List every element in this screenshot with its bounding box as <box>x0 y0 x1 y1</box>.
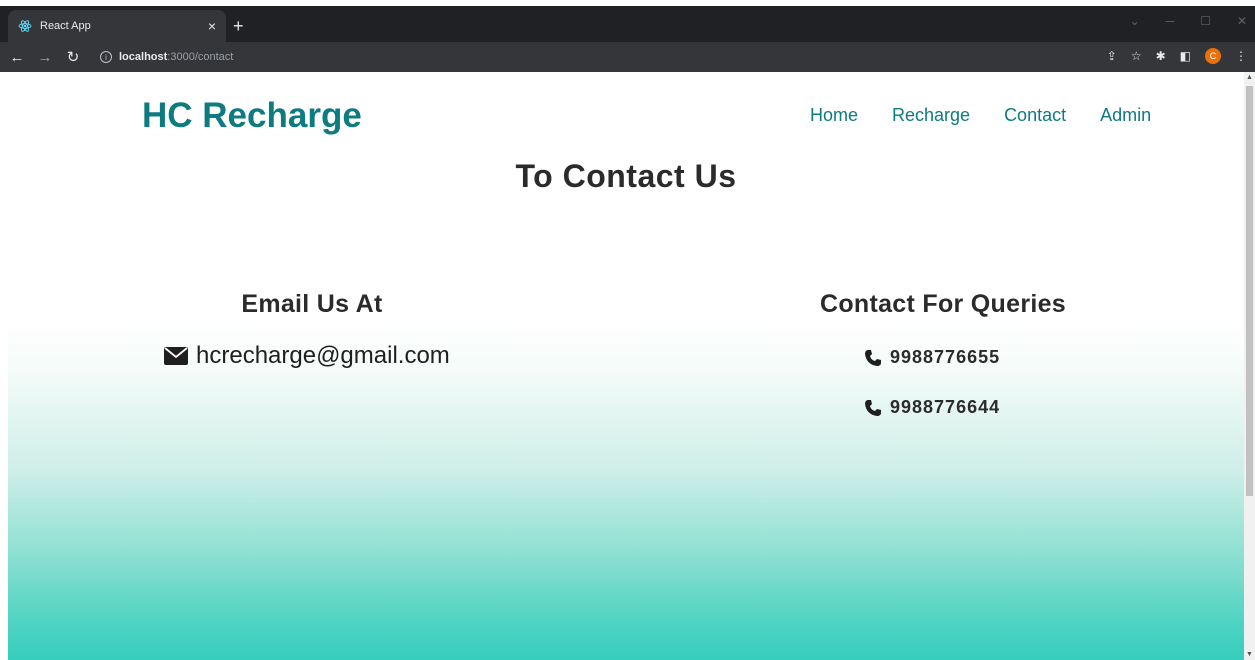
share-icon[interactable]: ⇪ <box>1107 49 1117 63</box>
scroll-thumb[interactable] <box>1246 86 1253 496</box>
chevron-down-icon[interactable]: ⌄ <box>1130 14 1140 28</box>
bookmark-star-icon[interactable]: ☆ <box>1131 49 1142 63</box>
back-icon[interactable]: ← <box>6 49 28 66</box>
react-icon <box>18 19 32 33</box>
phone-icon <box>864 349 882 367</box>
main-nav: Home Recharge Contact Admin <box>810 105 1151 126</box>
tab-title: React App <box>40 20 91 32</box>
url-path: :3000/contact <box>167 51 234 63</box>
browser-toolbar: ← → ↻ i localhost :3000/contact ⇪ ☆ ✱ ◧ … <box>0 42 1255 72</box>
nav-home[interactable]: Home <box>810 105 858 126</box>
address-bar[interactable]: i localhost :3000/contact <box>100 46 1100 68</box>
phone-contact: 9988776644 <box>864 397 1000 418</box>
brand-logo[interactable]: HC Recharge <box>142 96 362 136</box>
menu-dots-icon[interactable]: ⋮ <box>1235 49 1247 63</box>
page-viewport: HC Recharge Home Recharge Contact Admin … <box>8 72 1244 660</box>
browser-tab[interactable]: React App × <box>8 10 226 42</box>
email-address[interactable]: hcrecharge@gmail.com <box>196 342 450 370</box>
vertical-scrollbar[interactable]: ▲ ▼ <box>1244 72 1255 660</box>
profile-avatar[interactable]: C <box>1205 48 1221 64</box>
page-title: To Contact Us <box>515 158 737 194</box>
email-heading: Email Us At <box>241 290 383 318</box>
url-host: localhost <box>119 51 168 63</box>
info-icon[interactable]: i <box>100 51 112 63</box>
email-contact: hcrecharge@gmail.com <box>164 342 450 370</box>
toolbar-icons: ⇪ ☆ ✱ ◧ C ⋮ <box>1107 48 1247 64</box>
tab-close-icon[interactable]: × <box>208 18 216 34</box>
nav-admin[interactable]: Admin <box>1100 105 1151 126</box>
phone-contact: 9988776655 <box>864 347 1000 368</box>
side-panel-icon[interactable]: ◧ <box>1180 49 1191 63</box>
nav-contact[interactable]: Contact <box>1004 105 1066 126</box>
window-controls: ⌄ ─ ☐ ✕ <box>1130 14 1247 28</box>
scroll-up-icon[interactable]: ▲ <box>1246 74 1253 81</box>
nav-recharge[interactable]: Recharge <box>892 105 970 126</box>
tab-strip: React App × + ⌄ ─ ☐ ✕ <box>0 6 1255 42</box>
minimize-icon[interactable]: ─ <box>1166 14 1175 28</box>
browser-window: React App × + ⌄ ─ ☐ ✕ ← → ↻ i localhost … <box>0 0 1255 660</box>
close-window-icon[interactable]: ✕ <box>1237 14 1247 28</box>
new-tab-button[interactable]: + <box>233 17 244 35</box>
phone-number[interactable]: 9988776644 <box>890 397 1000 418</box>
queries-heading: Contact For Queries <box>819 290 1067 318</box>
phone-number[interactable]: 9988776655 <box>890 347 1000 368</box>
phone-icon <box>864 399 882 417</box>
extensions-icon[interactable]: ✱ <box>1156 49 1166 63</box>
reload-icon[interactable]: ↻ <box>62 48 84 66</box>
forward-icon[interactable]: → <box>34 49 56 66</box>
maximize-icon[interactable]: ☐ <box>1200 14 1211 28</box>
envelope-icon <box>164 347 188 365</box>
scroll-down-icon[interactable]: ▼ <box>1246 651 1253 658</box>
